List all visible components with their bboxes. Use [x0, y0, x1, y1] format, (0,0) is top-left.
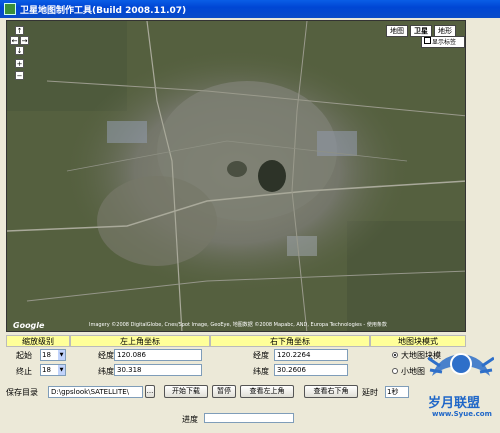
- checkbox-checked-icon: [424, 37, 431, 44]
- zoom-header: 缩放级别: [6, 335, 70, 347]
- zoom-end-label: 终止: [16, 367, 32, 376]
- top-left-header: 左上角坐标: [70, 335, 210, 347]
- top-left-lon-input[interactable]: 120.086: [114, 349, 202, 361]
- bottom-right-lon-label: 经度: [253, 351, 269, 360]
- app-icon: [4, 3, 16, 15]
- chevron-down-icon: ▼: [58, 350, 65, 360]
- view-top-left-button[interactable]: 查看左上角: [240, 385, 294, 398]
- bottom-right-lat-input[interactable]: 30.2606: [274, 364, 348, 376]
- watermark-logo-icon: [428, 353, 494, 376]
- pan-up-button[interactable]: ↑: [15, 26, 24, 35]
- watermark-url: www.Syue.com: [432, 410, 492, 418]
- zoom-start-select[interactable]: 18 ▼: [40, 349, 66, 361]
- chevron-down-icon: ▼: [58, 365, 65, 375]
- tile-mode-small-label: 小地图: [401, 367, 425, 376]
- start-download-button[interactable]: 开始下载: [164, 385, 208, 398]
- zoom-start-value: 18: [42, 351, 51, 359]
- zoom-end-select[interactable]: 18 ▼: [40, 364, 66, 376]
- save-dir-input[interactable]: D:\gpslook\SATELLITE\: [48, 386, 143, 398]
- pan-down-button[interactable]: ↓: [15, 46, 24, 55]
- zoom-end-value: 18: [42, 366, 51, 374]
- bottom-right-lon-input[interactable]: 120.2264: [274, 349, 348, 361]
- top-left-lat-label: 纬度: [98, 367, 114, 376]
- top-left-lat-input[interactable]: 30.318: [114, 364, 202, 376]
- tile-mode-large-radio[interactable]: [392, 352, 398, 358]
- map-view[interactable]: 地图 卫星 地形 显示标签 ↑ ← → ↓ + − Google Imagery…: [6, 20, 466, 332]
- progress-bar: [204, 413, 294, 423]
- tile-mode-small-radio[interactable]: [392, 368, 398, 374]
- show-labels-checkbox[interactable]: 显示标签: [421, 36, 465, 48]
- pan-right-button[interactable]: →: [20, 36, 29, 45]
- browse-button[interactable]: ...: [145, 385, 155, 398]
- pan-left-button[interactable]: ←: [10, 36, 19, 45]
- view-bottom-right-button[interactable]: 查看右下角: [304, 385, 358, 398]
- map-type-map-button[interactable]: 地图: [386, 25, 408, 37]
- top-left-lon-label: 经度: [98, 351, 114, 360]
- delay-label: 延时: [362, 388, 378, 397]
- delay-value: 1秒: [387, 388, 399, 396]
- satellite-imagery: [7, 21, 465, 331]
- title-bar: 卫星地图制作工具(Build 2008.11.07): [0, 0, 500, 18]
- google-logo: Google: [13, 321, 45, 330]
- delay-select[interactable]: 1秒: [385, 386, 409, 398]
- zoom-in-button[interactable]: +: [15, 59, 24, 68]
- show-labels-label: 显示标签: [432, 39, 457, 46]
- zoom-out-button[interactable]: −: [15, 71, 24, 80]
- progress-label: 进度: [182, 415, 198, 424]
- pause-button[interactable]: 暂停: [212, 385, 236, 398]
- bottom-right-lat-label: 纬度: [253, 367, 269, 376]
- map-copyright: Imagery ©2008 DigitalGlobe, Cnes/Spot Im…: [89, 322, 387, 328]
- bottom-right-header: 右下角坐标: [210, 335, 370, 347]
- save-dir-label: 保存目录: [6, 388, 38, 397]
- window-title: 卫星地图制作工具(Build 2008.11.07): [20, 6, 187, 16]
- watermark-site-name: 岁月联盟: [428, 396, 481, 411]
- zoom-start-label: 起始: [16, 351, 32, 360]
